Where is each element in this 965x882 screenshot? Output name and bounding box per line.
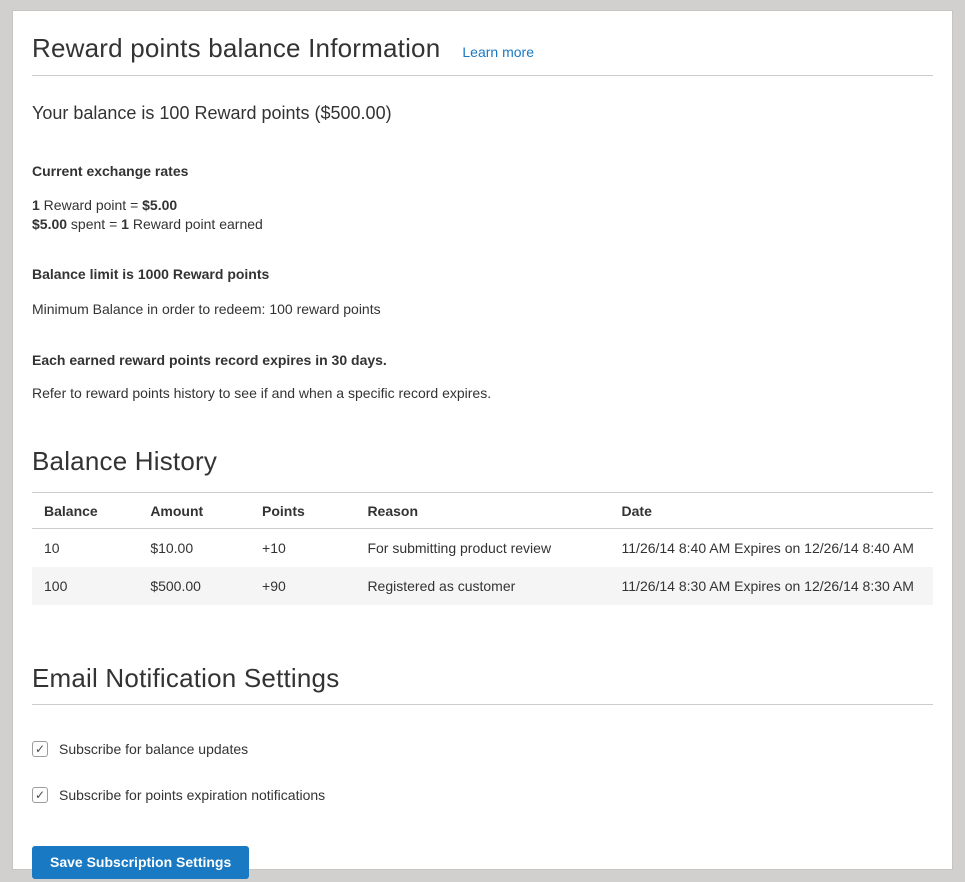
column-header-reason: Reason xyxy=(355,493,609,529)
checkbox-label[interactable]: Subscribe for balance updates xyxy=(59,741,248,757)
table-cell: 100 xyxy=(32,567,138,605)
table-body: 10$10.00+10For submitting product review… xyxy=(32,529,933,606)
rate-text: Reward point earned xyxy=(129,216,263,232)
table-header-row: BalanceAmountPointsReasonDate xyxy=(32,493,933,529)
notification-option: ✓ Subscribe for balance updates xyxy=(32,741,933,757)
page-title: Reward points balance Information xyxy=(32,33,440,64)
balance-history-table: BalanceAmountPointsReasonDate 10$10.00+1… xyxy=(32,492,933,605)
column-header-balance: Balance xyxy=(32,493,138,529)
notification-option: ✓ Subscribe for points expiration notific… xyxy=(32,787,933,803)
subscribe-checkbox[interactable]: ✓ xyxy=(32,787,48,803)
table-row: 10$10.00+10For submitting product review… xyxy=(32,529,933,568)
column-header-date: Date xyxy=(610,493,933,529)
header-divider xyxy=(32,75,933,76)
column-header-points: Points xyxy=(250,493,355,529)
column-header-amount: Amount xyxy=(138,493,250,529)
table-cell: For submitting product review xyxy=(355,529,609,568)
email-settings-title: Email Notification Settings xyxy=(32,663,933,705)
min-balance-text: Minimum Balance in order to redeem: 100 … xyxy=(32,300,933,319)
table-cell: 10 xyxy=(32,529,138,568)
notification-options: ✓ Subscribe for balance updates ✓ Subscribe… xyxy=(32,741,933,803)
rate-points-value: 1 xyxy=(121,216,129,232)
table-cell: 11/26/14 8:40 AM Expires on 12/26/14 8:4… xyxy=(610,529,933,568)
page-header: Reward points balance Information Learn … xyxy=(32,23,933,64)
balance-history-title: Balance History xyxy=(32,446,933,477)
rate-points-value: 1 xyxy=(32,197,40,213)
exchange-rate-earn: $5.00 spent = 1 Reward point earned xyxy=(32,215,933,234)
learn-more-link[interactable]: Learn more xyxy=(462,44,534,60)
exchange-rate-redeem: 1 Reward point = $5.00 xyxy=(32,196,933,215)
table-cell: 11/26/14 8:30 AM Expires on 12/26/14 8:3… xyxy=(610,567,933,605)
exchange-rates: 1 Reward point = $5.00 $5.00 spent = 1 R… xyxy=(32,196,933,234)
rate-text: spent = xyxy=(67,216,121,232)
balance-limit-text: Balance limit is 1000 Reward points xyxy=(32,265,933,284)
expiration-note: Refer to reward points history to see if… xyxy=(32,384,933,403)
balance-summary: Your balance is 100 Reward points ($500.… xyxy=(32,103,933,124)
table-cell: Registered as customer xyxy=(355,567,609,605)
rate-money-value: $5.00 xyxy=(142,197,177,213)
table-cell: +90 xyxy=(250,567,355,605)
reward-points-panel: Reward points balance Information Learn … xyxy=(12,10,953,870)
table-cell: $500.00 xyxy=(138,567,250,605)
expiration-heading: Each earned reward points record expires… xyxy=(32,351,933,370)
rate-money-value: $5.00 xyxy=(32,216,67,232)
rate-text: Reward point = xyxy=(40,197,142,213)
checkbox-label[interactable]: Subscribe for points expiration notifica… xyxy=(59,787,325,803)
save-subscription-button[interactable]: Save Subscription Settings xyxy=(32,846,249,879)
table-cell: $10.00 xyxy=(138,529,250,568)
exchange-rates-heading: Current exchange rates xyxy=(32,162,933,181)
table-cell: +10 xyxy=(250,529,355,568)
table-row: 100$500.00+90Registered as customer11/26… xyxy=(32,567,933,605)
subscribe-checkbox[interactable]: ✓ xyxy=(32,741,48,757)
